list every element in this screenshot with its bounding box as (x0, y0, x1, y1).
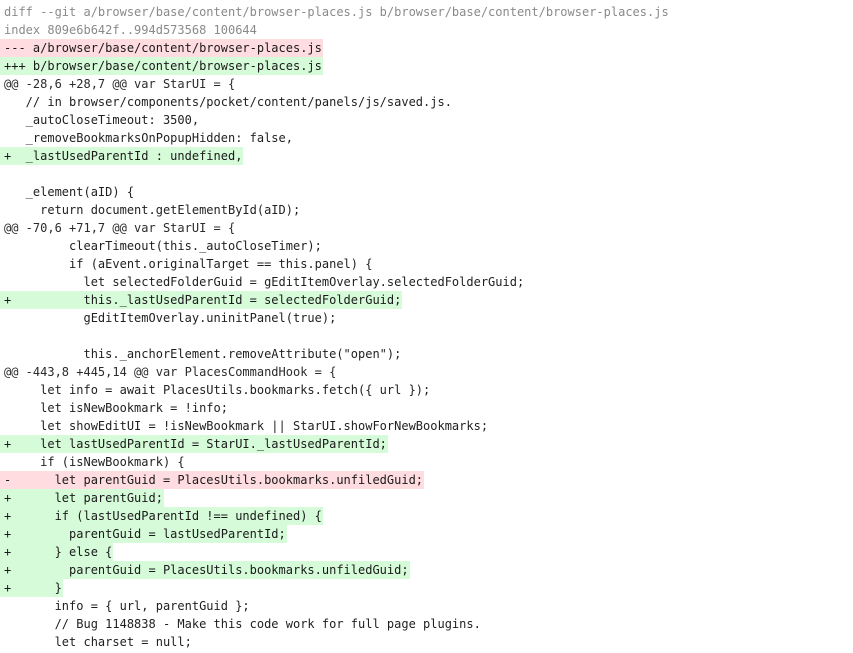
new-file-line: +++ b/browser/base/content/browser-place… (0, 57, 853, 75)
diff-line-text: @@ -28,6 +28,7 @@ var StarUI = { (4, 77, 236, 91)
hunk-header: @@ -70,6 +71,7 @@ var StarUI = { (0, 219, 853, 237)
added-line: + } (0, 579, 853, 597)
diff-line-text: let showEditUI = !isNewBookmark || StarU… (4, 419, 489, 433)
diff-line-text: info = { url, parentGuid }; (4, 599, 250, 613)
added-line: + if (lastUsedParentId !== undefined) { (0, 507, 853, 525)
diff-line-text: +++ b/browser/base/content/browser-place… (0, 57, 323, 75)
context-line: let showEditUI = !isNewBookmark || StarU… (0, 417, 853, 435)
diff-line-text: _autoCloseTimeout: 3500, (4, 113, 200, 127)
diff-line-text: return document.getElementById(aID); (4, 203, 301, 217)
diff-line-text: + } (0, 579, 63, 597)
added-line: + parentGuid = PlacesUtils.bookmarks.unf… (0, 561, 853, 579)
diff-line-text: if (isNewBookmark) { (4, 455, 185, 469)
diff-line-text: index 809e6b642f..994d573568 100644 (4, 23, 257, 37)
diff-line-text: if (aEvent.originalTarget == this.panel)… (4, 257, 373, 271)
diff-line-text: + parentGuid = PlacesUtils.bookmarks.unf… (0, 561, 410, 579)
diff-line-text: _removeBookmarksOnPopupHidden: false, (4, 131, 293, 145)
context-line: clearTimeout(this._autoCloseTimer); (0, 237, 853, 255)
diff-line-text: gEditItemOverlay.uninitPanel(true); (4, 311, 337, 325)
diff-line-text: let isNewBookmark = !info; (4, 401, 228, 415)
context-line: _element(aID) { (0, 183, 853, 201)
diff-line-text: + if (lastUsedParentId !== undefined) { (0, 507, 323, 525)
diff-line-text: this._anchorElement.removeAttribute("ope… (4, 347, 402, 361)
context-line: let info = await PlacesUtils.bookmarks.f… (0, 381, 853, 399)
diff-line-text: + let parentGuid; (0, 489, 164, 507)
diff-line-text: let charset = null; (4, 635, 192, 649)
diff-line-text: @@ -443,8 +445,14 @@ var PlacesCommandHo… (4, 365, 337, 379)
context-line: if (isNewBookmark) { (0, 453, 853, 471)
diff-line-text (0, 165, 12, 183)
diff-line-text: --- a/browser/base/content/browser-place… (0, 39, 323, 57)
diff-line-text: let selectedFolderGuid = gEditItemOverla… (4, 275, 525, 289)
diff-line-text: @@ -70,6 +71,7 @@ var StarUI = { (4, 221, 236, 235)
context-line (0, 165, 853, 183)
context-line: _autoCloseTimeout: 3500, (0, 111, 853, 129)
diff-line-text: // in browser/components/pocket/content/… (4, 95, 452, 109)
diff-line-text: + _lastUsedParentId : undefined, (0, 147, 244, 165)
added-line: + _lastUsedParentId : undefined, (0, 147, 853, 165)
context-line (0, 327, 853, 345)
context-line: let selectedFolderGuid = gEditItemOverla… (0, 273, 853, 291)
removed-line: - let parentGuid = PlacesUtils.bookmarks… (0, 471, 853, 489)
context-line: let isNewBookmark = !info; (0, 399, 853, 417)
context-line: gEditItemOverlay.uninitPanel(true); (0, 309, 853, 327)
hunk-header: @@ -443,8 +445,14 @@ var PlacesCommandHo… (0, 363, 853, 381)
diff-line-text: let info = await PlacesUtils.bookmarks.f… (4, 383, 431, 397)
diff-line-text: + this._lastUsedParentId = selectedFolde… (0, 291, 403, 309)
diff-line-text: diff --git a/browser/base/content/browse… (4, 5, 669, 19)
diff-header-line: diff --git a/browser/base/content/browse… (0, 3, 853, 21)
added-line: + this._lastUsedParentId = selectedFolde… (0, 291, 853, 309)
added-line: + parentGuid = lastUsedParentId; (0, 525, 853, 543)
old-file-line: --- a/browser/base/content/browser-place… (0, 39, 853, 57)
diff-line-text (0, 327, 12, 345)
diff-line-text: + parentGuid = lastUsedParentId; (0, 525, 287, 543)
diff-line-text: + } else { (0, 543, 114, 561)
context-line: _removeBookmarksOnPopupHidden: false, (0, 129, 853, 147)
context-line: // in browser/components/pocket/content/… (0, 93, 853, 111)
context-line: if (aEvent.originalTarget == this.panel)… (0, 255, 853, 273)
diff-line-text: clearTimeout(this._autoCloseTimer); (4, 239, 322, 253)
diff-line-text: + let lastUsedParentId = StarUI._lastUse… (0, 435, 388, 453)
added-line: + let parentGuid; (0, 489, 853, 507)
context-line: // Bug 1148838 - Make this code work for… (0, 615, 853, 633)
context-line: return document.getElementById(aID); (0, 201, 853, 219)
context-line: this._anchorElement.removeAttribute("ope… (0, 345, 853, 363)
index-line: index 809e6b642f..994d573568 100644 (0, 21, 853, 39)
diff-view: diff --git a/browser/base/content/browse… (0, 3, 853, 651)
context-line: info = { url, parentGuid }; (0, 597, 853, 615)
diff-line-text: // Bug 1148838 - Make this code work for… (4, 617, 481, 631)
added-line: + } else { (0, 543, 853, 561)
added-line: + let lastUsedParentId = StarUI._lastUse… (0, 435, 853, 453)
hunk-header: @@ -28,6 +28,7 @@ var StarUI = { (0, 75, 853, 93)
diff-line-text: - let parentGuid = PlacesUtils.bookmarks… (0, 471, 425, 489)
context-line: let charset = null; (0, 633, 853, 651)
diff-line-text: _element(aID) { (4, 185, 135, 199)
